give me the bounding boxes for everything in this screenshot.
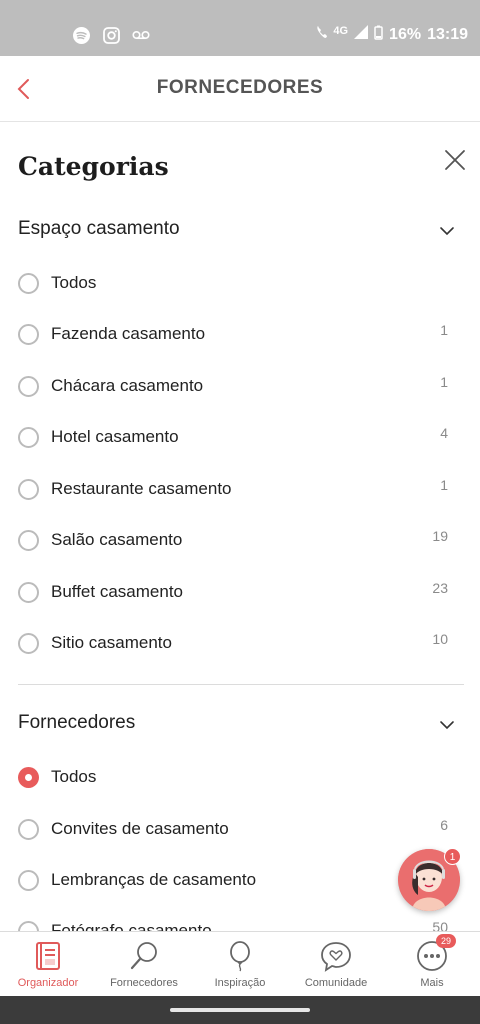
chat-badge: 1	[444, 848, 461, 865]
radio-button[interactable]	[18, 633, 39, 654]
option-label: Buffet casamento	[51, 582, 183, 601]
network-type: 4G	[333, 24, 349, 37]
nav-inspiracao[interactable]: Inspiração	[192, 932, 288, 997]
nav-fornecedores[interactable]: Fornecedores	[96, 932, 192, 997]
balloon-icon	[230, 941, 250, 972]
option-label: Salão casamento	[51, 530, 183, 549]
option-convites-de-casamento[interactable]: Convites de casamento 6	[18, 816, 448, 846]
battery-percent: 16%	[389, 25, 422, 43]
section-divider	[18, 684, 464, 685]
nav-mais[interactable]: 29 Mais	[384, 932, 480, 997]
wifi-call-icon	[315, 24, 331, 45]
option-label: Todos	[51, 767, 97, 786]
section-title: Espaço casamento	[18, 218, 180, 239]
status-left-icons	[72, 26, 150, 44]
system-nav-bar	[0, 996, 480, 1024]
planner-icon	[36, 942, 60, 970]
radio-button[interactable]	[18, 479, 39, 500]
close-icon	[445, 150, 465, 170]
nav-label: Fornecedores	[110, 977, 178, 989]
option-label: Restaurante casamento	[51, 479, 232, 498]
option-label: Chácara casamento	[51, 376, 204, 395]
option-label: Todos	[51, 273, 97, 292]
bottom-navigation: Organizador Fornecedores Inspiração Comu…	[0, 931, 480, 996]
radio-button[interactable]	[18, 582, 39, 603]
nav-label: Comunidade	[304, 977, 368, 989]
option-lembrancas-de-casamento[interactable]: Lembranças de casamento	[18, 867, 448, 897]
page-title: FORNECEDORES	[156, 77, 324, 98]
chevron-down-icon	[440, 227, 454, 236]
option-count: 4	[440, 425, 448, 441]
signal-icon	[354, 25, 369, 44]
chevron-down-icon	[440, 721, 454, 730]
option-label: Lembranças de casamento	[51, 870, 257, 889]
option-fazenda-casamento[interactable]: Fazenda casamento 1	[18, 321, 448, 351]
option-label: Convites de casamento	[51, 819, 229, 838]
option-count: 6	[440, 817, 448, 833]
app-header: FORNECEDORES	[0, 56, 480, 122]
nav-organizador[interactable]: Organizador	[0, 932, 96, 997]
close-button[interactable]	[443, 148, 467, 172]
radio-button[interactable]	[18, 324, 39, 345]
option-hotel-casamento[interactable]: Hotel casamento 4	[18, 424, 448, 454]
chat-heart-icon	[321, 942, 351, 972]
option-label: Sitio casamento	[51, 633, 172, 652]
section-espaco-casamento[interactable]: Espaço casamento	[18, 216, 464, 246]
radio-button[interactable]	[18, 819, 39, 840]
voicemail-icon	[132, 26, 150, 44]
option-salao-casamento[interactable]: Salão casamento 19	[18, 527, 448, 557]
clock: 13:19	[427, 25, 468, 43]
option-count: 1	[440, 322, 448, 338]
option-count: 1	[440, 374, 448, 390]
option-sitio-casamento[interactable]: Sitio casamento 10	[18, 630, 448, 660]
radio-button[interactable]	[18, 870, 39, 891]
radio-button-selected[interactable]	[18, 767, 39, 788]
nav-label: Inspiração	[214, 977, 266, 989]
status-right: 4G 16% 13:19	[315, 24, 468, 45]
option-todos-fornecedores[interactable]: Todos	[18, 764, 448, 794]
option-chacara-casamento[interactable]: Chácara casamento 1	[18, 373, 448, 403]
option-count: 19	[432, 528, 448, 544]
nav-comunidade[interactable]: Comunidade	[288, 932, 384, 997]
instagram-icon	[102, 26, 120, 44]
battery-icon	[374, 25, 383, 45]
home-gesture-pill[interactable]	[170, 1008, 310, 1012]
status-bar: 4G 16% 13:19	[0, 0, 480, 56]
option-restaurante-casamento[interactable]: Restaurante casamento 1	[18, 476, 448, 506]
option-count: 10	[432, 631, 448, 647]
section-title: Fornecedores	[18, 712, 136, 733]
radio-button[interactable]	[18, 273, 39, 294]
nav-label: Organizador	[17, 977, 79, 989]
option-label: Hotel casamento	[51, 427, 179, 446]
option-label: Fazenda casamento	[51, 324, 206, 343]
spotify-icon	[72, 26, 90, 44]
option-count: 23	[432, 580, 448, 596]
option-buffet-casamento[interactable]: Buffet casamento 23	[18, 579, 448, 609]
panel-title: Categorias	[18, 152, 169, 181]
radio-button[interactable]	[18, 376, 39, 397]
section-fornecedores[interactable]: Fornecedores	[18, 710, 464, 740]
option-todos[interactable]: Todos	[18, 270, 448, 300]
notification-badge: 29	[436, 934, 456, 948]
search-icon	[130, 942, 157, 970]
nav-label: Mais	[420, 977, 444, 989]
option-count: 1	[440, 477, 448, 493]
radio-button[interactable]	[18, 530, 39, 551]
radio-button[interactable]	[18, 427, 39, 448]
